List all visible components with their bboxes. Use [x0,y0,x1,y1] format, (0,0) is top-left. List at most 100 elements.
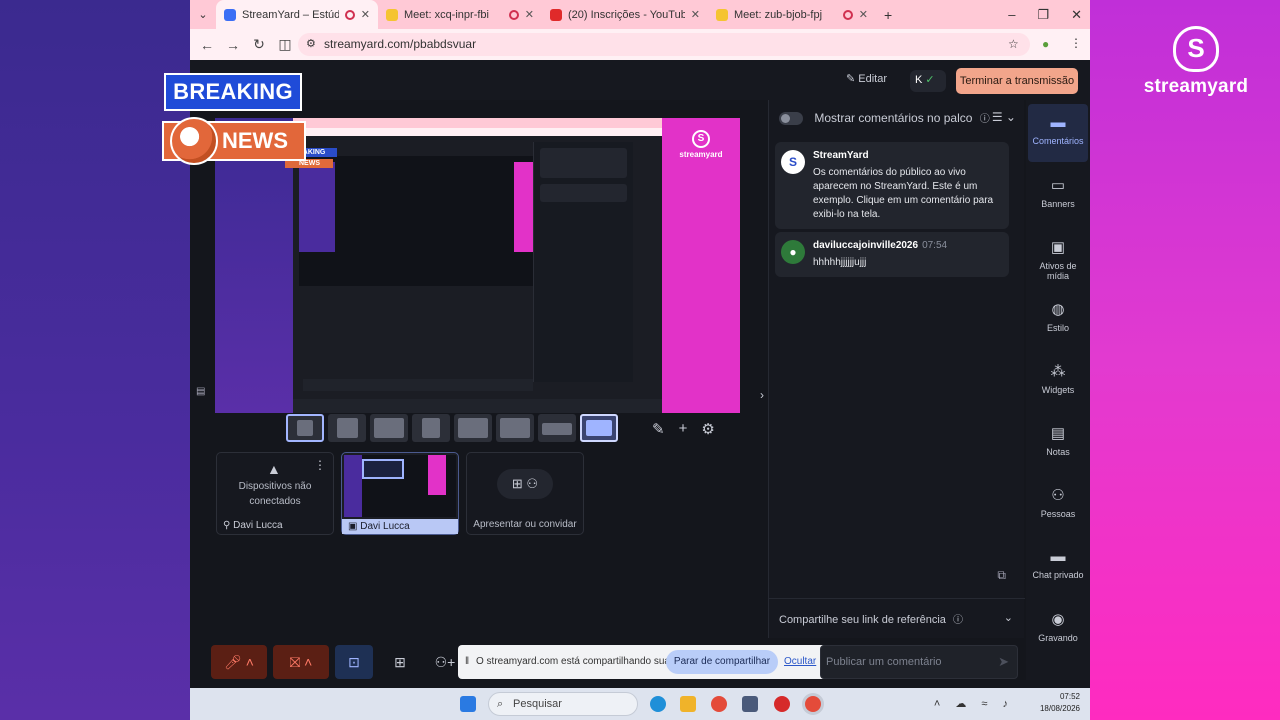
back-icon[interactable]: ← [194,37,220,53]
tab-youtube[interactable]: (20) Inscrições - YouTube ✕ [542,0,708,29]
nav-banners[interactable]: ▭ Banners [1028,166,1088,224]
account-badge[interactable]: K ✓ [910,70,946,92]
nav-widgets[interactable]: ⁂ Widgets [1028,352,1088,410]
camera-off-button[interactable]: ⛝ ˄ [273,645,329,679]
nav-media-assets[interactable]: ▣ Ativos de mídia [1028,228,1088,286]
layout-solo[interactable] [286,414,324,442]
close-tab-icon[interactable]: ✕ [859,8,868,21]
recording-indicator-icon [508,9,519,20]
tab-list-icon[interactable]: ⌄ [190,8,216,21]
referral-link-row[interactable]: Compartilhe seu link de referência ⓘ ⌄ [769,598,1025,638]
layout-side-icon[interactable]: ▤ [196,386,205,397]
layout-cropped[interactable] [412,414,450,442]
present-button[interactable]: ⊞ [385,645,415,679]
camera-source-card[interactable]: ▲ ⋮ Dispositivos não conectados ⚲ Davi L… [216,452,334,535]
show-comments-toggle[interactable] [779,112,803,126]
comment-text: hhhhhjjjjjjujjj [813,257,867,268]
file-explorer-icon[interactable] [680,696,696,712]
nav-notes[interactable]: ▤ Notas [1028,414,1088,472]
collapse-panel-icon[interactable]: › [760,388,764,402]
comment-item[interactable]: S StreamYard Os comentários do público a… [775,142,1009,229]
layout-sidebar[interactable] [496,414,534,442]
send-icon[interactable]: ➤ [998,646,1009,678]
comment-input[interactable]: Publicar um comentário ➤ [820,645,1018,679]
help-icon[interactable]: ⓘ [980,114,990,125]
hide-link[interactable]: Ocultar [784,645,816,679]
recording-indicator-icon [842,9,853,20]
tab-label: Meet: zub-bjob-fpj [734,8,823,21]
layout-fullscreen[interactable] [580,414,618,442]
meet-favicon-icon [716,8,728,21]
chrome-icon[interactable] [711,696,727,712]
pencil-icon[interactable]: ✎ [652,420,665,438]
system-tray-icons[interactable]: ˄ ☁ ≈ ♪ [934,697,1014,710]
extension-icon[interactable]: ● [1042,37,1049,51]
nav-label: Banners [1041,199,1075,209]
present-or-invite-card[interactable]: ⊞ ⚇ Apresentar ou convidar [466,452,584,535]
chrome-active-icon[interactable] [805,696,821,712]
stage-right-bg: Sstreamyard [662,118,740,413]
tab-meet-2[interactable]: Meet: zub-bjob-fpj ✕ [708,0,876,29]
background-left [0,0,190,720]
taskbar-search[interactable]: ⌕ Pesquisar [488,692,638,716]
layout-leader[interactable] [370,414,408,442]
minimize-icon[interactable]: – [1008,7,1015,22]
bookmark-star-icon[interactable]: ☆ [1008,37,1019,51]
tab-label: StreamYard – Estúdio [242,8,339,21]
close-tab-icon[interactable]: ✕ [691,8,700,21]
layout-group[interactable] [328,414,366,442]
windows-start-icon[interactable] [460,696,476,712]
stop-sharing-button[interactable]: Parar de compartilhar [666,650,778,674]
comment-item[interactable]: ● daviluccajoinville2026 07:54 hhhhhjjjjj… [775,232,1009,277]
studio-side-nav: ▬ Comentários ▭ Banners ▣ Ativos de mídia ◍… [1026,100,1090,680]
chat-icon: ▬ [1050,114,1066,131]
screen-source-card[interactable]: ▣ Davi Lucca [341,452,459,535]
invite-button[interactable]: ⚇+ [430,645,460,679]
people-icon: ⚇ [1051,487,1065,504]
plus-icon[interactable]: + [679,420,688,438]
youtube-favicon-icon [550,8,562,21]
layout-screen[interactable] [538,414,576,442]
tab-label: Meet: xcq-inpr-fbi [404,8,489,21]
mute-mic-button[interactable]: 🎤︎ ˄ [211,645,267,679]
meet-favicon-icon [386,8,398,21]
store-icon[interactable] [742,696,758,712]
filter-icon[interactable]: ☰ ⌄ [992,110,1016,124]
site-info-icon[interactable]: ⚙ [306,33,316,56]
close-tab-icon[interactable]: ✕ [361,8,370,21]
stage-preview[interactable]: Sstreamyard BREAKING NEWS [215,118,740,413]
edit-button[interactable]: ✎ Editar [846,72,887,85]
tab-streamyard[interactable]: StreamYard – Estúdio ✕ [216,0,378,29]
popout-icon[interactable]: ⧉ [997,568,1006,583]
tab-meet-1[interactable]: Meet: xcq-inpr-fbi ✕ [378,0,542,29]
nav-recording[interactable]: ◉ Gravando [1028,600,1088,658]
close-tab-icon[interactable]: ✕ [525,8,534,21]
edge-icon[interactable] [650,696,666,712]
layout-pip[interactable] [454,414,492,442]
help-icon[interactable]: ⓘ [953,615,963,626]
reload-icon[interactable]: ↻ [246,36,272,53]
disconnected-devices-text: Dispositivos não conectados [238,481,312,507]
camera-source-name: ⚲ Davi Lucca [223,520,283,531]
forward-icon[interactable]: → [220,37,246,53]
clock[interactable]: 07:52 18/08/2026 [1040,691,1080,715]
nav-comments[interactable]: ▬ Comentários [1028,104,1088,162]
side-panel-icon[interactable]: ◫ [272,36,298,53]
media-icon: ▣ [1050,239,1066,256]
opera-icon[interactable] [774,696,790,712]
new-tab-icon[interactable]: + [876,7,900,23]
close-window-icon[interactable]: ✕ [1071,7,1082,23]
nav-private-chat[interactable]: ▬ Chat privado [1028,538,1088,596]
screen-share-icon: ▣ [348,521,358,532]
maximize-icon[interactable]: ❐ [1037,7,1049,23]
nav-label: Notas [1046,447,1070,457]
screen-share-button[interactable]: ⊡ [335,645,373,679]
more-options-icon[interactable]: ⋮ [314,458,326,472]
settings-icon[interactable]: ⚙ [701,420,714,438]
end-broadcast-button[interactable]: Terminar a transmissão [956,68,1078,94]
browser-menu-icon[interactable]: ⋮ [1070,36,1082,50]
nav-people[interactable]: ⚇ Pessoas [1028,476,1088,534]
url-field[interactable]: ⚙ streamyard.com/pbabdsvuar [298,33,1030,56]
layout-selector [286,414,618,442]
nav-style[interactable]: ◍ Estilo [1028,290,1088,348]
